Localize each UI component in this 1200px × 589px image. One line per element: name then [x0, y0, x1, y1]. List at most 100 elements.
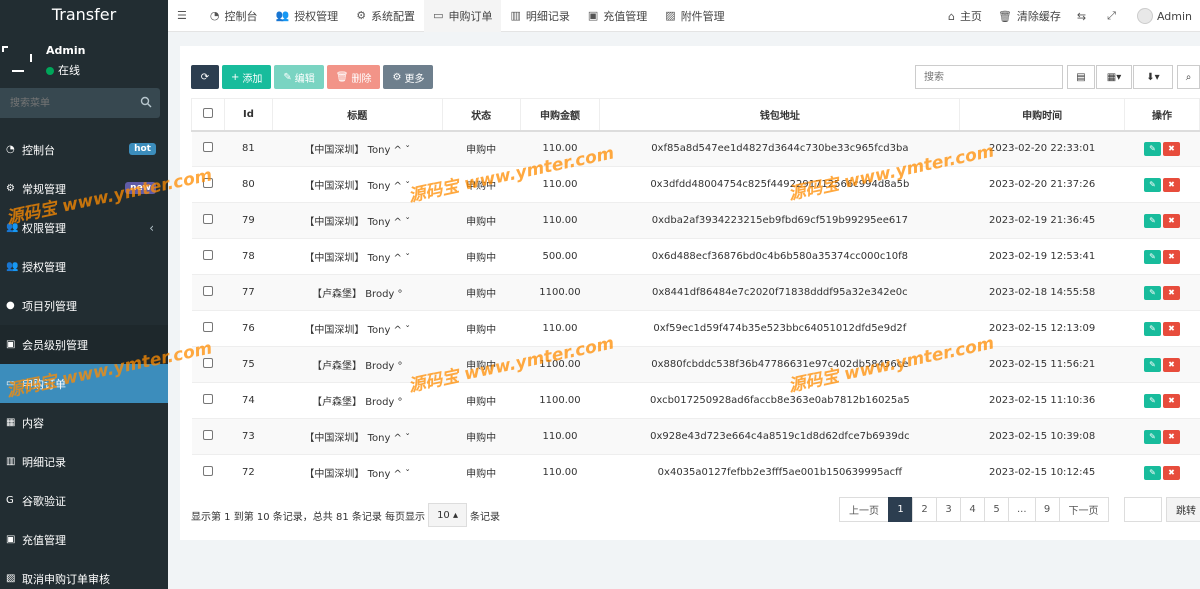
sidebar-item[interactable]: ▣ 充值管理: [0, 520, 168, 559]
page-button[interactable]: 5: [984, 497, 1009, 522]
table-row[interactable]: 75 【卢森堡】 Brody ° 申购中 1100.00 0x880fcbddc538f…: [191, 346, 1200, 383]
nav-tab[interactable]: ▣ 充值管理: [579, 0, 656, 32]
table-row[interactable]: 78 【中国深圳】 Tony ^ ˇ 申购中 500.00 0x6d488ecf3687…: [191, 238, 1200, 275]
sidebar-item[interactable]: ▭ 申购订单: [0, 364, 168, 403]
col-id[interactable]: Id: [223, 98, 273, 132]
page-button[interactable]: 1: [888, 497, 913, 522]
sidebar-item[interactable]: ▥ 明细记录: [0, 442, 168, 481]
row-edit-button[interactable]: ✎: [1144, 249, 1162, 264]
refresh-button[interactable]: ⟳: [191, 65, 219, 89]
row-delete-button[interactable]: ✖: [1163, 357, 1181, 372]
row-checkbox[interactable]: [202, 466, 213, 477]
col-status[interactable]: 状态: [441, 98, 521, 132]
row-delete-button[interactable]: ✖: [1163, 249, 1181, 264]
page-button[interactable]: 9: [1034, 497, 1060, 522]
row-delete-button[interactable]: ✖: [1163, 177, 1181, 192]
col-title[interactable]: 标题: [271, 98, 443, 132]
row-checkbox[interactable]: [202, 322, 213, 332]
columns-button[interactable]: ▦▾: [1096, 65, 1132, 89]
export-button[interactable]: ⬇▾: [1133, 65, 1173, 89]
row-checkbox[interactable]: [202, 430, 213, 440]
col-wallet[interactable]: 钱包地址: [599, 98, 961, 132]
table-row[interactable]: 72 【中国深圳】 Tony ^ ˇ 申购中 110.00 0x4035a0127fef…: [191, 454, 1200, 491]
search-toggle-button[interactable]: ⌕: [1177, 65, 1200, 89]
translate-button[interactable]: ⇆: [1069, 0, 1099, 32]
row-edit-button[interactable]: ✎: [1144, 177, 1162, 192]
more-button[interactable]: ⚙ 更多: [383, 65, 434, 89]
table-row[interactable]: 76 【中国深圳】 Tony ^ ˇ 申购中 110.00 0xf59ec1d59f47…: [191, 310, 1200, 347]
sidebar-item[interactable]: ▨ 取消申购订单审核: [0, 559, 168, 589]
fullscreen-button[interactable]: ⤢: [1099, 0, 1129, 32]
clear-cache-button[interactable]: 🗑 清除缓存: [990, 0, 1069, 32]
row-delete-button[interactable]: ✖: [1163, 465, 1181, 480]
row-edit-button[interactable]: ✎: [1144, 321, 1162, 336]
page-size-select[interactable]: 10 ▴: [428, 503, 468, 527]
row-delete-button[interactable]: ✖: [1163, 321, 1181, 336]
page-button[interactable]: 3: [936, 497, 961, 522]
row-edit-button[interactable]: ✎: [1144, 213, 1162, 228]
select-all-checkbox[interactable]: [202, 107, 213, 118]
home-link[interactable]: ⌂ 主页: [940, 0, 990, 32]
nav-tab[interactable]: ▥ 明细记录: [501, 0, 578, 32]
cell-actions: ✎ ✖: [1124, 418, 1200, 455]
page-button[interactable]: 4: [960, 497, 985, 522]
table-row[interactable]: 77 【卢森堡】 Brody ° 申购中 1100.00 0x8441df86484e7…: [191, 274, 1200, 311]
row-delete-button[interactable]: ✖: [1163, 393, 1181, 408]
add-button[interactable]: + 添加: [222, 65, 272, 89]
table-search-input[interactable]: [915, 65, 1063, 89]
page-button[interactable]: 下一页: [1058, 497, 1109, 522]
toggle-view-button[interactable]: ▤: [1067, 65, 1095, 89]
table-row[interactable]: 79 【中国深圳】 Tony ^ ˇ 申购中 110.00 0xdba2af393422…: [191, 202, 1200, 239]
row-edit-button[interactable]: ✎: [1144, 141, 1162, 156]
page-button[interactable]: ...: [1008, 497, 1036, 522]
row-delete-button[interactable]: ✖: [1163, 429, 1181, 444]
delete-button[interactable]: 🗑 删除: [326, 65, 381, 89]
row-checkbox[interactable]: [202, 178, 213, 188]
sidebar-item-label: 项目列管理: [22, 299, 77, 313]
sidebar-item[interactable]: ▦ 内容: [0, 403, 168, 442]
table-row[interactable]: 73 【中国深圳】 Tony ^ ˇ 申购中 110.00 0x928e43d723e6…: [191, 418, 1200, 455]
row-select-cell: [191, 454, 225, 491]
nav-tab[interactable]: ▨ 附件管理: [656, 0, 733, 32]
row-checkbox[interactable]: [202, 394, 213, 404]
nav-tab[interactable]: 👥 授权管理: [266, 0, 347, 32]
admin-menu[interactable]: Admin: [1129, 0, 1200, 32]
row-edit-button[interactable]: ✎: [1144, 285, 1162, 300]
nav-tab[interactable]: ▭ 申购订单: [424, 0, 502, 32]
row-delete-button[interactable]: ✖: [1163, 285, 1181, 300]
table-row[interactable]: 74 【卢森堡】 Brody ° 申购中 1100.00 0xcb017250928ad…: [191, 382, 1200, 419]
row-edit-button[interactable]: ✎: [1144, 393, 1162, 408]
row-checkbox[interactable]: [202, 214, 213, 224]
row-delete-button[interactable]: ✖: [1163, 213, 1181, 228]
table-row[interactable]: 81 【中国深圳】 Tony ^ ˇ 申购中 110.00 0xf85a8d547ee1…: [191, 130, 1200, 167]
row-checkbox[interactable]: [202, 358, 213, 368]
sidebar-item[interactable]: 👥 权限管理 ‹: [0, 208, 168, 247]
jump-button[interactable]: 跳转: [1166, 497, 1200, 522]
jump-page-input[interactable]: [1124, 497, 1162, 522]
page-button[interactable]: 上一页: [839, 497, 889, 522]
edit-button[interactable]: ✎ 编辑: [274, 65, 324, 89]
sidebar-toggle-button[interactable]: ☰: [168, 0, 201, 32]
row-checkbox[interactable]: [202, 250, 213, 260]
sidebar-item[interactable]: ● 项目列管理: [0, 286, 168, 325]
sidebar-item[interactable]: ◔ 控制台 hot: [0, 130, 168, 169]
page-button[interactable]: 2: [912, 497, 937, 522]
col-amount[interactable]: 申购金额: [519, 98, 601, 132]
nav-tab[interactable]: ⚙ 系统配置: [347, 0, 424, 32]
app-logo[interactable]: Transfer: [0, 0, 168, 30]
row-edit-button[interactable]: ✎: [1144, 429, 1162, 444]
search-icon[interactable]: [140, 96, 152, 108]
row-delete-button[interactable]: ✖: [1163, 141, 1181, 156]
sidebar-item[interactable]: 👥 授权管理: [0, 247, 168, 286]
sidebar-item[interactable]: ▣ 会员级别管理: [0, 325, 168, 364]
row-checkbox[interactable]: [202, 142, 213, 153]
row-edit-button[interactable]: ✎: [1144, 465, 1162, 480]
row-edit-button[interactable]: ✎: [1144, 357, 1162, 372]
row-checkbox[interactable]: [202, 286, 213, 296]
sidebar-search-input[interactable]: [0, 88, 130, 118]
col-time[interactable]: 申购时间: [959, 98, 1126, 132]
nav-tab[interactable]: ◔ 控制台: [201, 0, 267, 32]
sidebar-item[interactable]: G 谷歌验证: [0, 481, 168, 520]
sidebar-item[interactable]: ⚙ 常规管理 new: [0, 169, 168, 208]
table-row[interactable]: 80 【中国深圳】 Tony ^ ˇ 申购中 110.00 0x3dfdd4800475…: [191, 166, 1200, 203]
